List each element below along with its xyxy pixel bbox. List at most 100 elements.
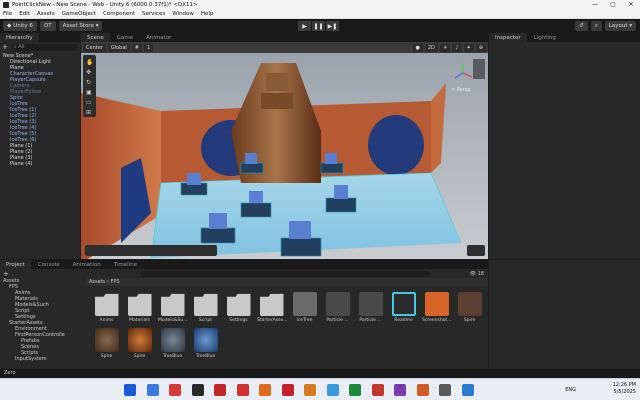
account-button[interactable]: ◆ Unity 6 <box>3 21 37 31</box>
asset-tile[interactable]: TreeBlue <box>191 328 220 359</box>
asset-tile[interactable]: Spire <box>125 328 154 359</box>
tab-animation[interactable]: Animation <box>66 260 107 269</box>
taskbar-app-icon[interactable] <box>326 384 339 396</box>
layout-dropdown[interactable]: Layout ▾ <box>604 21 636 31</box>
scene-toolbar: Center Global # 1 ● 2D ☀ ♪ ✦ ⊕ <box>81 42 488 53</box>
taskbar-app-icon[interactable] <box>304 384 316 396</box>
camera-overlay-button[interactable] <box>467 245 485 256</box>
project-tree-item[interactable]: InputSystem <box>3 356 84 362</box>
scale-tool-icon[interactable]: ▣ <box>86 89 92 96</box>
pivot-dropdown[interactable]: Center <box>83 43 106 52</box>
asset-tile[interactable]: Spire <box>455 292 484 323</box>
rect-tool-icon[interactable]: ▭ <box>86 99 92 106</box>
tab-timeline[interactable]: Timeline <box>107 260 144 269</box>
play-icon[interactable]: ▶ <box>298 21 311 31</box>
asset-label: StarterAsse... <box>257 318 288 323</box>
taskbar-app-icon[interactable] <box>259 384 271 396</box>
asset-tile[interactable]: Materials <box>125 292 154 323</box>
persp-label[interactable]: < Persp <box>451 87 471 93</box>
asset-tile[interactable]: StarterAsse... <box>257 292 288 323</box>
search-icon[interactable]: ⌕ <box>590 21 602 31</box>
asset-grid: Anims Materials Models&Su... Script Settings… <box>86 288 488 369</box>
taskbar-app-icon[interactable] <box>236 384 249 396</box>
menu-help[interactable]: Help <box>201 11 214 17</box>
create-asset-icon[interactable]: + <box>3 270 9 278</box>
menu-gameobject[interactable]: GameObject <box>62 11 96 17</box>
breadcrumb-fps[interactable]: FPS <box>110 279 119 285</box>
asset-store-button[interactable]: Asset Store ▾ <box>58 21 103 31</box>
menu-file[interactable]: File <box>3 11 12 17</box>
asset-tile[interactable]: Particle ... <box>356 292 385 323</box>
space-dropdown[interactable]: Global <box>107 43 130 52</box>
pause-icon[interactable]: ❚❚ <box>312 21 325 31</box>
snap-value-input[interactable]: 1 <box>144 43 154 52</box>
hierarchy-search-input[interactable]: ⌕ All <box>10 43 77 51</box>
grid-snap-icon[interactable]: # <box>131 43 142 52</box>
move-tool-icon[interactable]: ✥ <box>86 69 91 76</box>
menu-window[interactable]: Window <box>172 11 194 17</box>
maximize-button[interactable]: ▢ <box>604 0 622 10</box>
hierarchy-item[interactable]: Plane (4) <box>0 161 80 167</box>
menu-assets[interactable]: Assets <box>37 11 55 17</box>
asset-tile[interactable]: Spire <box>92 328 121 359</box>
folder-icon <box>226 293 251 316</box>
taskbar-app-icon[interactable] <box>461 384 474 396</box>
asset-tile[interactable]: TreeBlue <box>158 328 187 359</box>
asset-tile[interactable]: Particle ... <box>323 292 352 323</box>
clock[interactable]: 12:26 PM 5/5/2025 <box>613 382 636 396</box>
asset-label: Readme <box>394 318 413 323</box>
taskbar-app-icon[interactable] <box>371 384 384 396</box>
lighting-icon[interactable]: ☀ <box>439 43 451 52</box>
tab-inspector[interactable]: Inspector <box>489 33 527 42</box>
language-indicator[interactable]: ENG <box>565 387 576 394</box>
audio-icon[interactable]: ♪ <box>452 43 462 52</box>
scene-panel: Scene Game Animator Center Global # 1 ● … <box>81 33 488 259</box>
tab-console[interactable]: Console <box>31 260 66 269</box>
tab-project[interactable]: Project <box>0 260 31 269</box>
tab-scene[interactable]: Scene <box>81 33 110 42</box>
gizmos-icon[interactable]: ⊕ <box>475 43 486 52</box>
asset-tile[interactable]: Models&Su... <box>158 292 187 323</box>
step-icon[interactable]: ▶❚ <box>326 21 339 31</box>
taskbar-app-icon[interactable] <box>439 384 451 396</box>
close-button[interactable]: ✕ <box>622 0 640 10</box>
tab-lighting[interactable]: Lighting <box>527 33 562 42</box>
minimize-button[interactable]: — <box>586 0 604 10</box>
taskbar-app-icon[interactable] <box>169 384 181 396</box>
menu-edit[interactable]: Edit <box>19 11 30 17</box>
asset-tile[interactable]: IceTree <box>290 292 319 323</box>
effects-icon[interactable]: ✦ <box>463 43 474 52</box>
taskbar-app-icon[interactable] <box>394 384 406 396</box>
menu-component[interactable]: Component <box>103 11 135 17</box>
asset-tile[interactable]: Readme <box>389 292 418 323</box>
asset-tile[interactable]: Settings <box>224 292 253 323</box>
rotate-tool-icon[interactable]: ↻ <box>86 79 91 86</box>
taskbar-app-icon[interactable] <box>349 384 361 396</box>
add-icon[interactable]: + <box>2 43 8 51</box>
asset-tile[interactable]: Screenshot... <box>422 292 451 323</box>
inspector-panel: Inspector Lighting <box>489 33 640 259</box>
taskbar-app-icon[interactable] <box>214 384 226 396</box>
asset-tile[interactable]: Anims <box>92 292 121 323</box>
project-search-input[interactable] <box>140 270 430 277</box>
tab-animator[interactable]: Animator <box>140 33 178 42</box>
taskbar-app-icon[interactable] <box>416 384 429 396</box>
taskbar-app-icon[interactable] <box>146 384 159 396</box>
shading-mode-icon[interactable]: ● <box>412 43 423 52</box>
tab-game[interactable]: Game <box>110 33 140 42</box>
asset-tile[interactable]: Script <box>191 292 220 323</box>
overlay-toolbar[interactable] <box>85 245 217 256</box>
collab-button[interactable]: OT <box>39 21 56 31</box>
taskbar-app-icon[interactable] <box>191 384 204 396</box>
tab-hierarchy[interactable]: Hierarchy <box>0 33 39 42</box>
menu-services[interactable]: Services <box>142 11 165 17</box>
undo-history-icon[interactable]: ↺ <box>575 21 588 31</box>
hand-tool-icon[interactable]: ✋ <box>86 58 93 66</box>
2d-toggle[interactable]: 2D <box>424 43 438 52</box>
breadcrumb-assets[interactable]: Assets <box>89 279 105 285</box>
taskbar-app-icon[interactable] <box>124 384 136 396</box>
asset-thumbnail <box>94 328 119 352</box>
taskbar-app-icon[interactable] <box>281 384 294 396</box>
transform-tool-icon[interactable]: ⊞ <box>86 109 91 116</box>
scene-viewport[interactable]: < Persp ✋ ✥ ↻ ▣ ▭ ⊞ <box>81 53 488 259</box>
